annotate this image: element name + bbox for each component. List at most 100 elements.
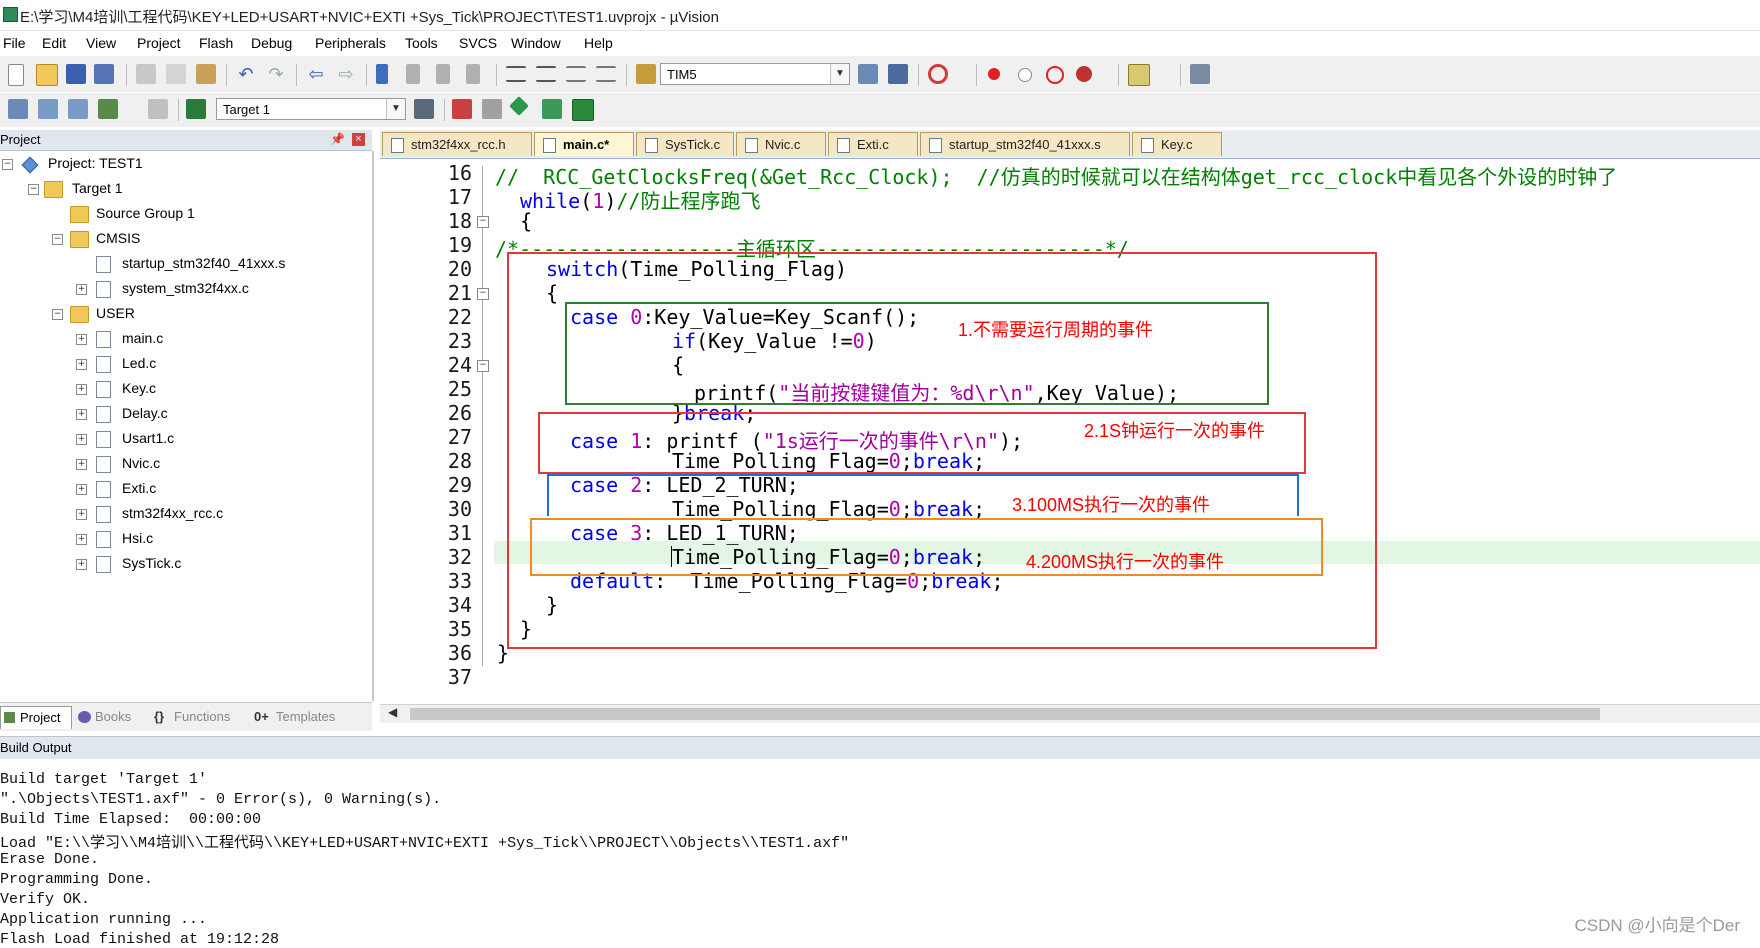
collapse-icon[interactable]: − (477, 216, 489, 228)
pin-icon[interactable]: 📌 (330, 132, 345, 146)
build-icon[interactable] (38, 99, 58, 119)
window-layout-icon[interactable] (1128, 64, 1150, 86)
copy-icon[interactable] (166, 64, 186, 84)
editor-tab[interactable]: SysTick.c (636, 132, 734, 156)
scroll-left-icon[interactable]: ◀ (388, 705, 397, 719)
new-file-icon[interactable] (8, 64, 24, 86)
tree-item-file[interactable]: + SysTick.c (76, 554, 366, 576)
nav-forward-icon[interactable]: ⇨ (336, 64, 356, 84)
menu-debug[interactable]: Debug (251, 35, 292, 51)
settings-icon[interactable] (1190, 64, 1210, 84)
bookmark-prev-icon[interactable] (406, 64, 420, 84)
find-combo[interactable]: TIM5 ▼ (660, 63, 850, 85)
chevron-down-icon[interactable]: ▼ (386, 99, 405, 119)
tree-item-file[interactable]: + Usart1.c (76, 429, 366, 451)
file-extensions-icon[interactable] (482, 99, 502, 119)
redo-icon[interactable]: ↷ (266, 64, 286, 84)
collapse-icon[interactable]: − (52, 234, 63, 245)
indent-icon[interactable] (506, 66, 526, 82)
menu-file[interactable]: File (3, 35, 26, 51)
pack-installer-icon[interactable] (509, 96, 529, 116)
editor-tab[interactable]: startup_stm32f40_41xxx.s (920, 132, 1130, 156)
expand-icon[interactable]: + (76, 409, 87, 420)
menu-tools[interactable]: Tools (405, 35, 438, 51)
tree-item-file[interactable]: + main.c (76, 329, 366, 351)
chevron-down-icon[interactable]: ▼ (830, 64, 849, 84)
expand-icon[interactable]: + (76, 484, 87, 495)
run-time-environment-icon[interactable] (572, 99, 594, 121)
debug-icon[interactable] (928, 64, 948, 84)
find-in-files-icon[interactable] (636, 64, 656, 84)
tree-item-project[interactable]: − Project: TEST1 (2, 154, 362, 176)
tree-item-file[interactable]: + Key.c (76, 379, 366, 401)
expand-icon[interactable]: + (76, 534, 87, 545)
scrollbar-thumb[interactable] (410, 708, 1600, 720)
menu-help[interactable]: Help (584, 35, 613, 51)
collapse-icon[interactable]: − (2, 159, 13, 170)
options-for-target-icon[interactable] (414, 99, 434, 119)
breakpoint-icon[interactable] (988, 68, 1000, 80)
collapse-icon[interactable]: − (28, 184, 39, 195)
cut-icon[interactable] (136, 64, 156, 84)
expand-icon[interactable]: + (76, 384, 87, 395)
target-combo[interactable]: Target 1 ▼ (216, 98, 406, 120)
batch-build-icon[interactable] (98, 99, 118, 119)
menu-view[interactable]: View (86, 35, 116, 51)
document-icon[interactable] (858, 64, 878, 84)
menu-edit[interactable]: Edit (42, 35, 66, 51)
bookmark-clear-icon[interactable] (466, 64, 480, 84)
select-packs-icon[interactable] (542, 99, 562, 119)
tree-item-file[interactable]: + Nvic.c (76, 454, 366, 476)
menu-window[interactable]: Window (511, 35, 561, 51)
expand-icon[interactable]: + (76, 559, 87, 570)
comment-icon[interactable] (566, 66, 586, 82)
expand-icon[interactable]: + (76, 509, 87, 520)
collapse-icon[interactable]: − (52, 309, 63, 320)
unindent-icon[interactable] (536, 66, 556, 82)
tree-item-file[interactable]: + Exti.c (76, 479, 366, 501)
tab-project[interactable]: Project (0, 706, 72, 729)
menu-project[interactable]: Project (137, 35, 181, 51)
tree-item-target[interactable]: − Target 1 (28, 179, 358, 201)
menu-flash[interactable]: Flash (199, 35, 233, 51)
expand-icon[interactable]: + (76, 434, 87, 445)
editor-tab[interactable]: Exti.c (828, 132, 918, 156)
menu-svcs[interactable]: SVCS (459, 35, 497, 51)
save-all-icon[interactable] (94, 64, 114, 84)
uncomment-icon[interactable] (596, 66, 616, 82)
expand-icon[interactable]: + (76, 334, 87, 345)
paste-icon[interactable] (196, 64, 216, 84)
clear-breakpoints-icon[interactable] (1046, 66, 1064, 84)
kill-breakpoints-icon[interactable] (1076, 66, 1092, 82)
editor-tab[interactable]: stm32f4xx_rcc.h (382, 132, 532, 156)
bookmark-next-icon[interactable] (436, 64, 450, 84)
expand-icon[interactable]: + (76, 284, 87, 295)
tree-item-group[interactable]: Source Group 1 (52, 204, 362, 226)
tab-functions[interactable]: {} Functions (152, 706, 244, 728)
undo-icon[interactable]: ↶ (236, 64, 256, 84)
rebuild-icon[interactable] (68, 99, 88, 119)
menu-peripherals[interactable]: Peripherals (315, 35, 386, 51)
editor-tab-active[interactable]: main.c* (534, 132, 634, 156)
build-output-panel[interactable]: Build target 'Target 1' ".\Objects\TEST1… (0, 759, 1760, 948)
tab-templates[interactable]: 0+ Templates (252, 706, 352, 728)
save-icon[interactable] (66, 64, 86, 84)
tree-item-file[interactable]: + Delay.c (76, 404, 366, 426)
tab-books[interactable]: Books (76, 706, 144, 728)
wrench-config-icon[interactable] (888, 64, 908, 84)
translate-icon[interactable] (8, 99, 28, 119)
expand-icon[interactable]: + (76, 459, 87, 470)
editor-horizontal-scrollbar[interactable]: ◀ (380, 704, 1760, 723)
tree-item-group[interactable]: − CMSIS (52, 229, 362, 251)
tree-item-file[interactable]: startup_stm32f40_41xxx.s (96, 254, 366, 276)
close-icon[interactable]: × (352, 133, 365, 146)
collapse-icon[interactable]: − (477, 288, 489, 300)
editor-tab[interactable]: Nvic.c (736, 132, 826, 156)
download-icon[interactable] (186, 99, 206, 119)
open-folder-icon[interactable] (36, 64, 58, 86)
stop-build-icon[interactable] (148, 99, 168, 119)
expand-icon[interactable]: + (76, 359, 87, 370)
tree-item-group[interactable]: − USER (52, 304, 362, 326)
editor-tab[interactable]: Key.c (1132, 132, 1222, 156)
disable-breakpoint-icon[interactable] (1018, 68, 1032, 82)
